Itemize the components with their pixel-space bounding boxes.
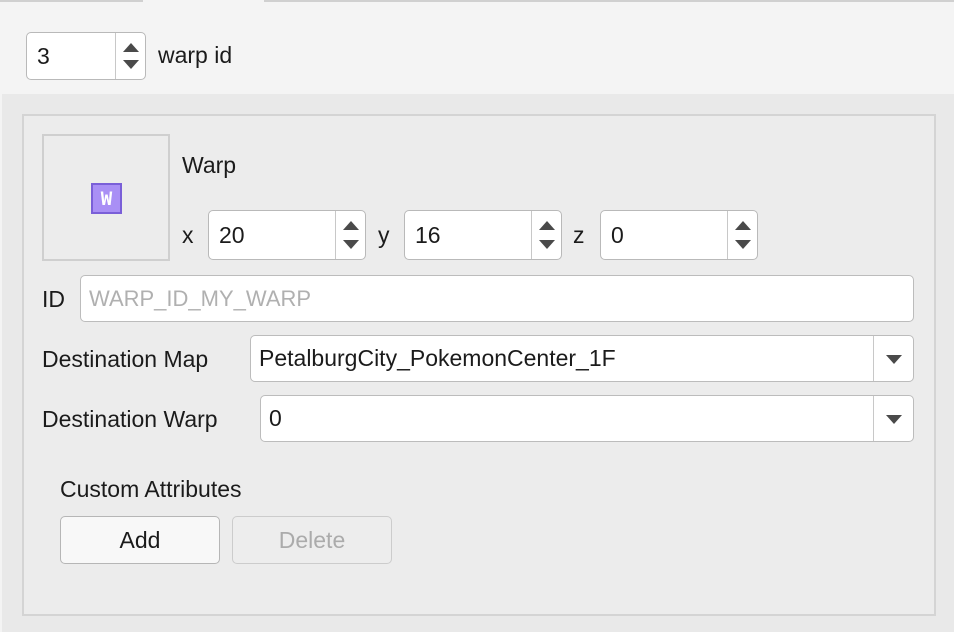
arrow-down-icon[interactable] [539,240,555,249]
delete-attribute-button: Delete [232,516,392,564]
z-spinbox[interactable]: 0 [600,210,758,260]
active-tab-gap [143,0,264,2]
warp-event-icon: W [91,183,122,214]
chevron-down-icon[interactable] [886,415,902,424]
z-value: 0 [611,221,624,248]
y-spinbox[interactable]: 16 [404,210,562,260]
destination-map-value: PetalburgCity_PokemonCenter_1F [259,345,616,371]
warp-id-stepper[interactable] [115,33,145,79]
destination-map-label: Destination Map [42,346,209,372]
x-stepper[interactable] [335,211,365,259]
id-label: ID [42,286,65,312]
custom-attributes-title: Custom Attributes [60,476,242,502]
x-value: 20 [219,221,245,248]
destination-map-dropdown[interactable] [873,336,913,381]
y-stepper[interactable] [531,211,561,259]
destination-warp-combo[interactable]: 0 [260,395,914,442]
arrow-up-icon[interactable] [123,43,139,52]
arrow-down-icon[interactable] [735,240,751,249]
warp-id-label: warp id [158,42,233,68]
destination-warp-dropdown[interactable] [873,396,913,441]
x-spinbox[interactable]: 20 [208,210,366,260]
chevron-down-icon[interactable] [886,355,902,364]
z-stepper[interactable] [727,211,757,259]
warp-id-spinbox[interactable]: 3 [26,32,146,80]
x-label: x [182,222,194,248]
destination-warp-label: Destination Warp [42,406,218,432]
destination-map-combo[interactable]: PetalburgCity_PokemonCenter_1F [250,335,914,382]
arrow-up-icon[interactable] [735,221,751,230]
id-input[interactable]: WARP_ID_MY_WARP [80,275,914,322]
y-value: 16 [415,221,441,248]
y-label: y [378,222,390,248]
arrow-up-icon[interactable] [539,221,555,230]
destination-warp-value: 0 [269,405,282,431]
id-placeholder: WARP_ID_MY_WARP [89,285,312,311]
arrow-down-icon[interactable] [343,240,359,249]
arrow-up-icon[interactable] [343,221,359,230]
warp-icon-glyph: W [100,187,113,210]
arrow-down-icon[interactable] [123,60,139,69]
add-attribute-button[interactable]: Add [60,516,220,564]
z-label: z [573,222,585,248]
event-type-label: Warp [182,152,237,178]
warp-id-value: 3 [37,42,50,69]
